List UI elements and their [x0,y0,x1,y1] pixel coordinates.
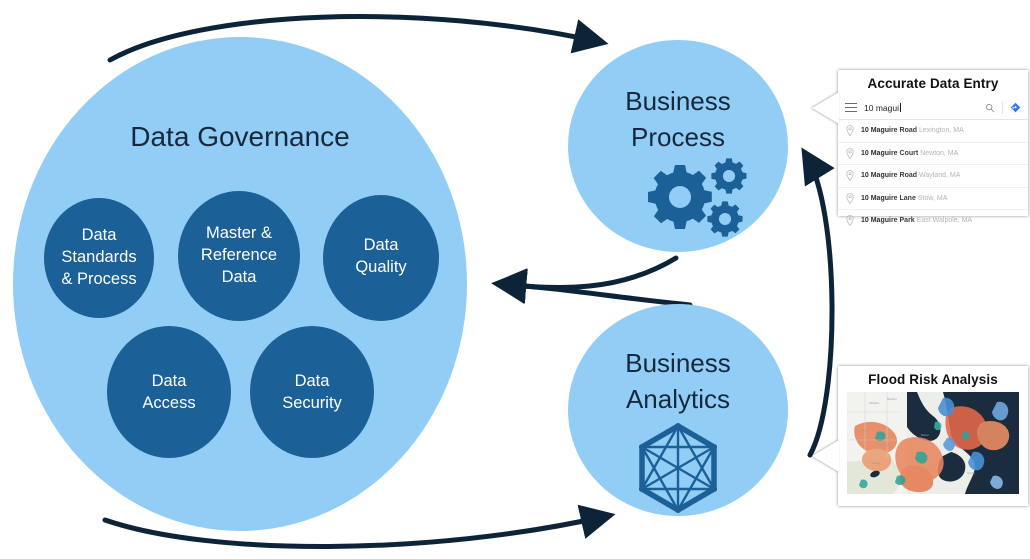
bubble-line: Security [282,394,342,412]
directions-icon[interactable] [1010,102,1021,113]
suggestion-sub: Stow, MA [917,194,948,202]
suggestion-bold: 10 Magui [861,217,891,225]
bubble-data-quality[interactable]: Data Quality [323,195,439,321]
suggestion-main: re Lane [890,194,916,202]
suggestion-main: re Road [890,127,918,135]
bubble-line: Access [142,394,195,412]
text-caret [899,102,901,112]
suggestion-bold: 10 Magui [861,194,891,202]
list-item[interactable]: 10 Maguire Park East Walpole, MA [838,210,1028,232]
svg-text:Medford: Medford [887,397,897,401]
diagram-canvas: Data Governance Data Standards & Process… [0,0,1030,559]
search-input-value: 10 magui [864,102,899,113]
location-pin-icon [846,147,854,159]
node-business-process[interactable]: Business Process [568,40,788,252]
callout-title: Flood Risk Analysis [868,372,998,387]
bubble-master-reference-data[interactable]: Master & Reference Data [178,191,300,321]
list-item[interactable]: 10 Maguire Road Lexington, MA [838,120,1028,143]
suggestion-main: re Court [890,149,919,157]
suggestion-sub: Wayland, MA [919,172,961,180]
suggestion-sub: Newton, MA [920,149,959,157]
callout-title: Accurate Data Entry [867,76,999,91]
list-item[interactable]: 10 Maguire Road Wayland, MA [838,165,1028,188]
location-pin-icon [846,125,854,137]
node-title-line: Process [631,122,725,152]
bubble-line: Data [222,268,258,286]
callout-accurate-data-entry: Accurate Data Entry 10 magui 10 Maguire … [812,70,1028,227]
bubble-line: Data [295,372,331,390]
suggestion-text: 10 Maguire Court Newton, MA [861,150,958,157]
bubble-data-access[interactable]: Data Access [107,326,231,458]
arrow-analytics-to-process [801,147,835,458]
svg-text:Boston: Boston [921,433,930,437]
node-title-line: Business [625,348,731,378]
suggestion-text: 10 Maguire Road Wayland, MA [861,172,960,179]
bubble-data-security[interactable]: Data Security [250,326,374,458]
bubble-line: Master & [206,224,272,242]
bubble-line: & Process [61,270,136,288]
hamburger-icon[interactable] [845,102,857,113]
svg-text:Quincy: Quincy [967,471,976,475]
suggestion-text: 10 Maguire Road Lexington, MA [861,127,964,134]
location-pin-icon [846,170,854,182]
list-item[interactable]: 10 Maguire Lane Stow, MA [838,188,1028,210]
bubble-line: Standards [61,248,136,266]
search-suggestion-list: 10 Maguire Road Lexington, MA 10 Maguire … [838,120,1028,232]
suggestion-bold: 10 Magui [861,127,891,135]
location-pin-icon [846,192,854,204]
bubble-line: Data [364,236,400,254]
suggestion-main: re Park [890,217,915,225]
svg-text:Belmont: Belmont [857,429,867,433]
svg-text:Newton: Newton [871,461,880,465]
data-governance-title: Data Governance [130,121,349,152]
svg-text:Cambridge: Cambridge [877,443,890,447]
svg-text:Arlington: Arlington [869,401,880,405]
list-item[interactable]: 10 Maguire Court Newton, MA [838,143,1028,165]
bubble-data-standards-process[interactable]: Data Standards & Process [44,198,154,318]
search-input[interactable]: 10 magui [864,102,978,113]
suggestion-sub: Lexington, MA [919,127,964,135]
search-icon[interactable] [985,103,995,113]
bubble-line: Reference [201,246,277,264]
suggestion-sub: East Walpole, MA [916,217,973,225]
node-title-line: Business [625,86,731,116]
bubble-line: Quality [355,258,407,276]
node-title-line: Analytics [626,384,730,414]
callout-tail [812,92,839,124]
callout-tail [812,440,839,472]
bubble-line: Data [82,226,118,244]
suggestion-main: re Road [890,172,918,180]
maps-search-bar[interactable]: 10 magui [838,96,1028,120]
node-business-analytics[interactable]: Business Analytics [568,304,788,516]
bubble-line: Data [152,372,188,390]
suggestion-text: 10 Maguire Park East Walpole, MA [861,217,972,224]
suggestion-bold: 10 Magui [861,172,891,180]
flood-risk-map-image: Arlington Medford Belmont Cambridge Newt… [847,392,1019,494]
suggestion-bold: 10 Magui [861,149,891,157]
location-pin-icon [846,215,854,227]
arrow-process-to-governance [491,255,679,305]
divider [1002,101,1003,114]
callout-flood-risk-analysis: Flood Risk Analysis Arlington Medford Be… [812,366,1028,506]
suggestion-text: 10 Maguire Lane Stow, MA [861,195,947,202]
